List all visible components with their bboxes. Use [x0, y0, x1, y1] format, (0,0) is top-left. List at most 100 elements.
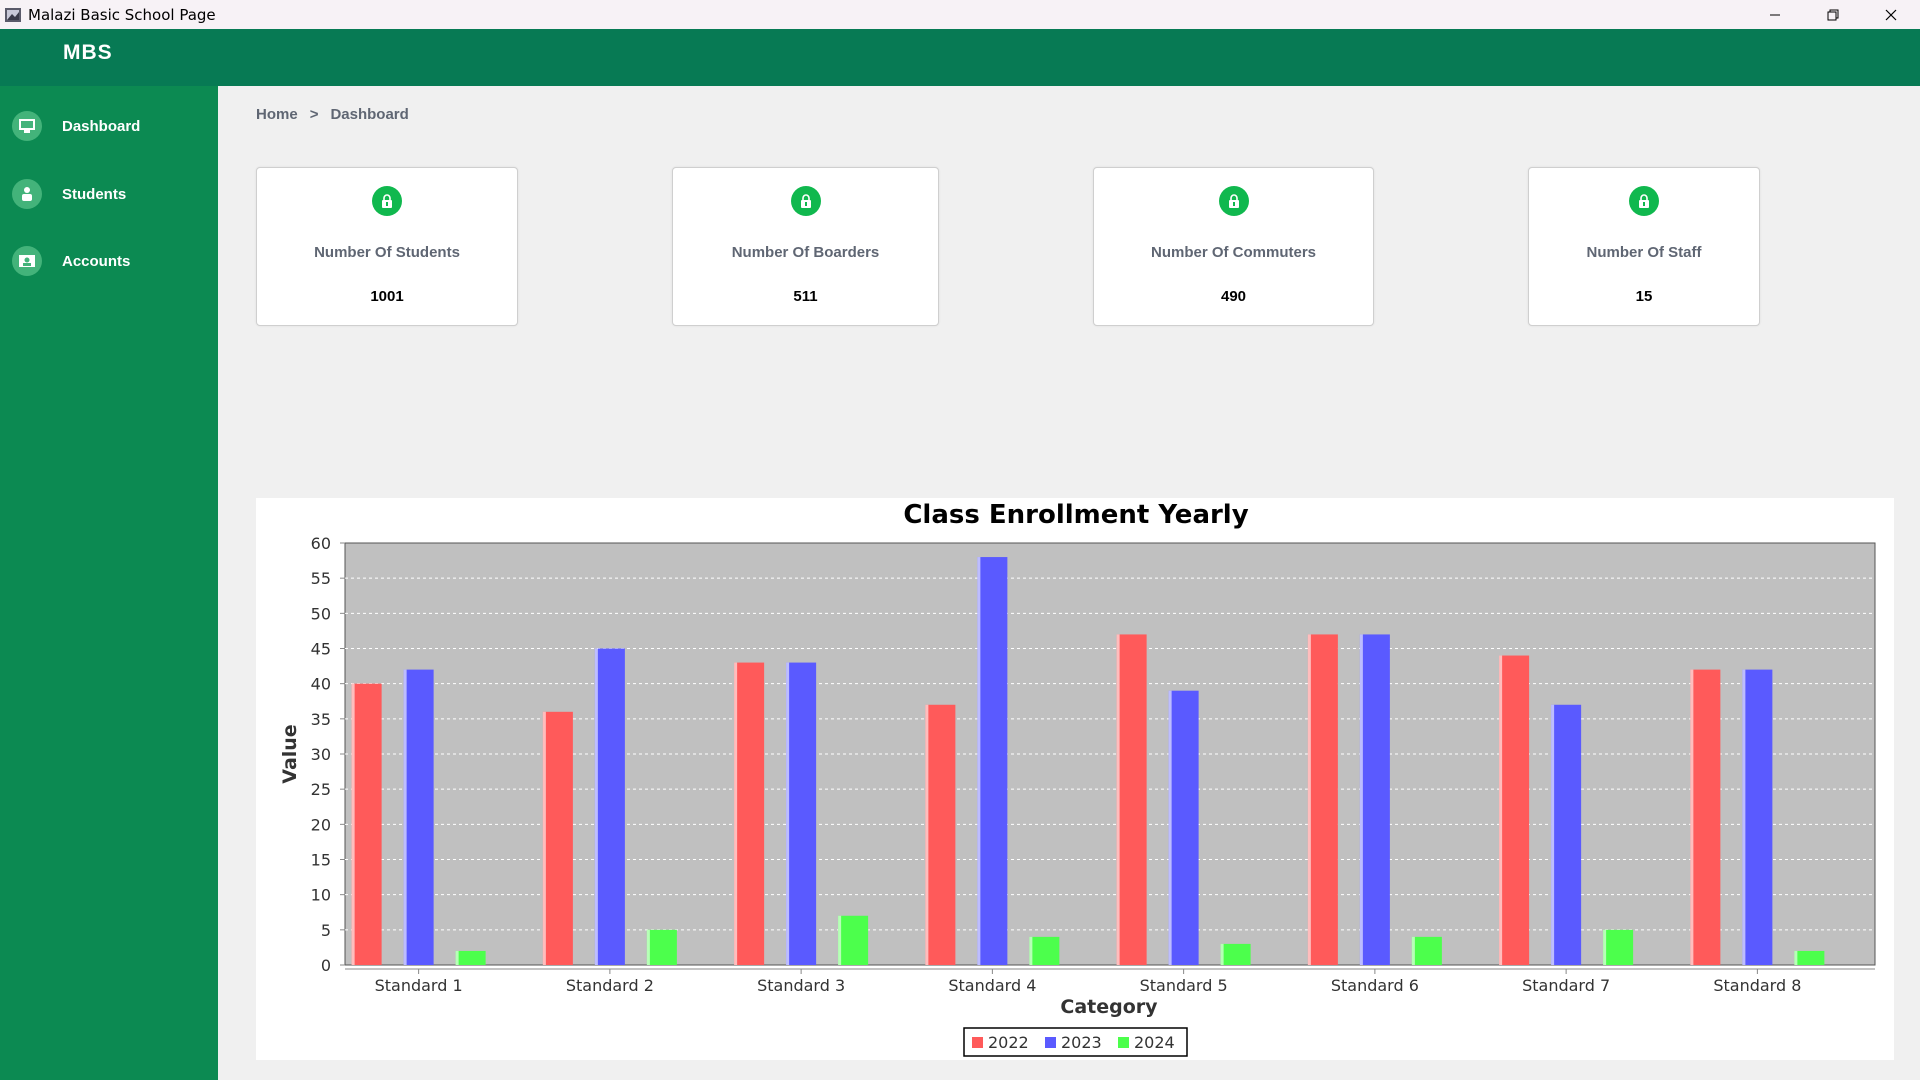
- card-label: Number Of Students: [314, 244, 460, 261]
- sidebar-item-label: Dashboard: [62, 117, 141, 135]
- bar-2022-standard-2[interactable]: [542, 711, 573, 965]
- y-axis: 0 5 10 15 20 25 30 35 40 45 50 55 60: [311, 534, 345, 975]
- y-axis-label: Value: [279, 724, 301, 783]
- bar-2023-standard-8[interactable]: [1742, 669, 1773, 965]
- enrollment-chart: Class Enrollment Yearly 0 5 10 15 20 25 30 35 40…: [279, 500, 1876, 1057]
- legend-label: 2023: [1061, 1033, 1102, 1052]
- bar-2023-standard-3[interactable]: [786, 662, 817, 965]
- sidebar-item-students[interactable]: Students: [0, 172, 218, 216]
- breadcrumb-home[interactable]: Home: [256, 106, 298, 123]
- x-axis: Standard 1 Standard 2 Standard 3 Standard 4…: [345, 968, 1875, 995]
- y-tick-label: 0: [321, 956, 331, 975]
- bar-2023-standard-7[interactable]: [1551, 704, 1582, 965]
- bar-highlight: [646, 929, 650, 965]
- student-icon: [12, 179, 42, 209]
- bar-2024-standard-6[interactable]: [1411, 936, 1442, 965]
- breadcrumb-current: Dashboard: [330, 106, 409, 123]
- bar-highlight: [1029, 936, 1033, 965]
- bar-2022-standard-7[interactable]: [1499, 655, 1530, 965]
- y-tick-label: 55: [311, 569, 331, 588]
- minimize-button[interactable]: [1746, 0, 1804, 29]
- bar-2024-standard-1[interactable]: [455, 950, 486, 965]
- y-tick-label: 40: [311, 675, 331, 694]
- bar-highlight: [786, 662, 790, 965]
- bar-2023-standard-6[interactable]: [1359, 634, 1390, 965]
- enrollment-chart-panel: Class Enrollment Yearly 0 5 10 15 20 25 30 35 40…: [256, 498, 1894, 1060]
- chart-title: Class Enrollment Yearly: [903, 500, 1248, 530]
- sidebar-item-dashboard[interactable]: Dashboard: [0, 104, 218, 148]
- bar-2022-standard-3[interactable]: [734, 662, 765, 965]
- x-tick-label: Standard 4: [948, 976, 1036, 995]
- bar-2024-standard-4[interactable]: [1029, 936, 1060, 965]
- card-label: Number Of Staff: [1586, 244, 1702, 261]
- card-value: 511: [793, 288, 818, 305]
- legend-label: 2022: [988, 1033, 1029, 1052]
- bar-2022-standard-6[interactable]: [1307, 634, 1338, 965]
- sidebar-item-label: Students: [62, 185, 127, 203]
- bar-highlight: [1411, 936, 1415, 965]
- bar-2024-standard-2[interactable]: [646, 929, 677, 965]
- y-tick-label: 10: [311, 886, 331, 905]
- bar-2022-standard-4[interactable]: [925, 704, 956, 965]
- y-tick-label: 50: [311, 604, 331, 623]
- bar-2023-standard-2[interactable]: [594, 648, 625, 966]
- bar-2024-standard-8[interactable]: [1794, 950, 1825, 965]
- sidebar-item-label: Accounts: [62, 252, 131, 270]
- bar-highlight: [1690, 669, 1694, 965]
- x-tick-label: Standard 1: [375, 976, 463, 995]
- app-icon: [5, 7, 21, 22]
- card-commuters: Number Of Commuters 490: [1093, 167, 1374, 326]
- x-tick-label: Standard 8: [1713, 976, 1801, 995]
- window-title-bar: Malazi Basic School Page: [0, 0, 1920, 29]
- card-students: Number Of Students 1001: [256, 167, 518, 326]
- legend-swatch: [972, 1037, 983, 1048]
- legend-swatch: [1045, 1037, 1056, 1048]
- bar-2022-standard-8[interactable]: [1690, 669, 1721, 965]
- bar-highlight: [1499, 655, 1503, 965]
- legend-label: 2024: [1134, 1033, 1175, 1052]
- y-tick-label: 5: [321, 921, 331, 940]
- restore-button[interactable]: [1804, 0, 1862, 29]
- y-tick-label: 30: [311, 745, 331, 764]
- x-axis-label: Category: [1060, 996, 1158, 1018]
- bar-highlight: [542, 711, 546, 965]
- close-icon: [1885, 9, 1897, 20]
- y-tick-label: 20: [311, 815, 331, 834]
- bar-2022-standard-5[interactable]: [1116, 634, 1147, 965]
- bar-2023-standard-1[interactable]: [403, 669, 434, 965]
- y-tick-label: 35: [311, 710, 331, 729]
- card-label: Number Of Commuters: [1150, 244, 1317, 261]
- x-tick-label: Standard 6: [1331, 976, 1419, 995]
- breadcrumb: Home > Dashboard: [256, 106, 409, 123]
- card-value: 1001: [370, 288, 404, 305]
- restore-icon: [1827, 9, 1839, 20]
- bar-highlight: [455, 950, 459, 965]
- y-tick-label: 45: [311, 640, 331, 659]
- bar-2023-standard-4[interactable]: [977, 557, 1008, 965]
- sidebar-item-accounts[interactable]: Accounts: [0, 239, 218, 283]
- accounts-icon: [12, 246, 42, 276]
- brand-logo-text[interactable]: MBS: [63, 41, 113, 65]
- bar-highlight: [1794, 950, 1798, 965]
- bar-highlight: [977, 557, 981, 965]
- card-label: Number Of Boarders: [731, 244, 880, 261]
- window-title: Malazi Basic School Page: [28, 5, 216, 24]
- bar-2023-standard-5[interactable]: [1168, 690, 1199, 965]
- card-boarders: Number Of Boarders 511: [672, 167, 939, 326]
- bar-highlight: [403, 669, 407, 965]
- bar-2024-standard-7[interactable]: [1603, 929, 1634, 965]
- bar-highlight: [351, 683, 355, 965]
- bar-2022-standard-1[interactable]: [351, 683, 382, 965]
- close-button[interactable]: [1862, 0, 1920, 29]
- dashboard-icon: [12, 111, 42, 141]
- y-tick-label: 25: [311, 780, 331, 799]
- bar-2024-standard-3[interactable]: [838, 915, 869, 965]
- y-tick-label: 60: [311, 534, 331, 553]
- bar-highlight: [1742, 669, 1746, 965]
- lock-icon: [1629, 186, 1659, 216]
- bar-highlight: [1551, 704, 1555, 965]
- bar-highlight: [1168, 690, 1172, 965]
- card-staff: Number Of Staff 15: [1528, 167, 1760, 326]
- bar-highlight: [1307, 634, 1311, 965]
- bar-2024-standard-5[interactable]: [1220, 943, 1251, 965]
